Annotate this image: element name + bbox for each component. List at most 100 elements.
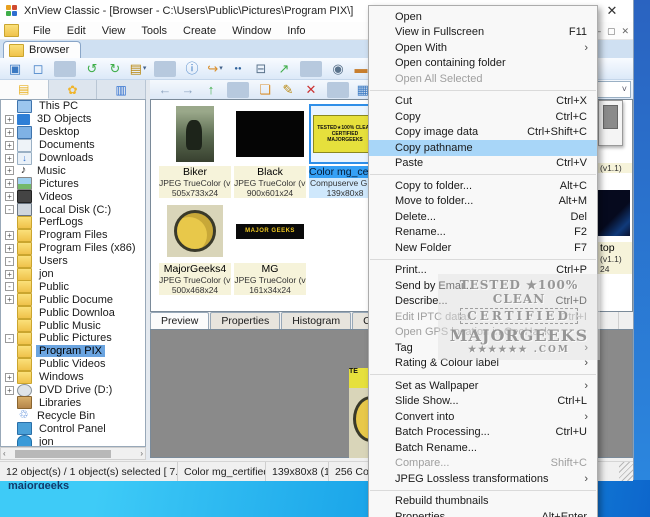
tree-item[interactable]: + DVD Drive (D:) xyxy=(1,384,145,397)
menu-bar-item[interactable]: Window xyxy=(224,22,279,40)
context-menu-item[interactable]: Set as Wallpaper › xyxy=(369,378,597,394)
close-icon[interactable]: ✕ xyxy=(604,3,620,19)
tree-expand-toggle[interactable]: + xyxy=(5,166,14,175)
convert-icon[interactable]: ▤▾ xyxy=(127,60,149,78)
tree-expand-toggle[interactable]: - xyxy=(5,257,14,266)
back-icon[interactable]: ← xyxy=(154,81,176,99)
mdi-restore-icon[interactable]: ▢ xyxy=(607,26,616,37)
tree-tab-favorites[interactable]: ✿ xyxy=(49,80,98,99)
menu-bar-item[interactable]: Edit xyxy=(59,22,94,40)
info-icon[interactable]: ⓘ xyxy=(181,60,203,78)
tree-item[interactable]: + jon xyxy=(1,268,145,281)
context-menu-item[interactable]: Batch Processing... Ctrl+U xyxy=(369,425,597,441)
browser-view-icon[interactable]: ▣ xyxy=(4,60,26,78)
thumbnail[interactable]: MAJOR GEEKS MG JPEG TrueColor (v 161x34x… xyxy=(234,201,306,298)
menu-bar-item[interactable]: Create xyxy=(175,22,224,40)
chevron-down-icon[interactable]: ˅ xyxy=(622,84,627,94)
new-folder-icon[interactable]: ❏ xyxy=(254,81,276,99)
context-menu-item[interactable]: Copy pathname xyxy=(369,140,597,156)
filter-combobox[interactable]: ˅ xyxy=(597,81,631,98)
context-menu-item[interactable]: Rating & Colour label › xyxy=(369,356,597,372)
context-menu-item[interactable]: Describe... Ctrl+D xyxy=(369,294,597,310)
menu-bar-item[interactable]: View xyxy=(94,22,134,40)
tree-item[interactable]: + Public Docume xyxy=(1,293,145,306)
tree-item[interactable]: - Public xyxy=(1,280,145,293)
context-menu-item[interactable]: Batch Rename... xyxy=(369,440,597,456)
thumbnail[interactable]: MajorGeeks4 JPEG TrueColor (v1.1) 500x46… xyxy=(159,201,231,298)
context-menu-item[interactable]: New Folder F7 xyxy=(369,240,597,256)
tree-expand-toggle[interactable]: - xyxy=(5,334,14,343)
tree-expand-toggle[interactable]: + xyxy=(5,179,14,188)
tree-item[interactable]: - Local Disk (C:) xyxy=(1,203,145,216)
tree-tab-folders[interactable]: ▤ xyxy=(0,80,49,99)
context-menu-item[interactable]: Open GPS location in GeoHack xyxy=(369,325,597,341)
tree-item[interactable]: + Program Files (x86) xyxy=(1,242,145,255)
tree-item[interactable]: + Documents xyxy=(1,139,145,152)
tree-item[interactable]: + Program Files xyxy=(1,229,145,242)
tree-item[interactable]: Control Panel xyxy=(1,422,145,435)
dropdown-arrow-icon[interactable]: ▾ xyxy=(143,60,147,78)
context-menu-item[interactable]: Move to folder... Alt+M xyxy=(369,194,597,210)
tree-expand-toggle[interactable]: + xyxy=(5,141,14,150)
fullscreen-icon[interactable]: ◻ xyxy=(27,60,49,78)
tree-expand-toggle[interactable]: - xyxy=(5,282,14,291)
context-menu-item[interactable]: JPEG Lossless transformations › xyxy=(369,471,597,487)
tree-item[interactable]: + Pictures xyxy=(1,177,145,190)
resize-grip[interactable] xyxy=(619,462,633,481)
dropdown-arrow-icon[interactable]: ▾ xyxy=(219,60,223,78)
mdi-close-icon[interactable]: ✕ xyxy=(621,26,629,37)
context-menu-item[interactable]: Delete... Del xyxy=(369,209,597,225)
context-menu-item[interactable]: Copy Ctrl+C xyxy=(369,109,597,125)
tree-item[interactable]: Libraries xyxy=(1,396,145,409)
delete-icon[interactable]: ✕ xyxy=(300,81,322,99)
context-menu-item[interactable]: Convert into › xyxy=(369,409,597,425)
tree-expand-toggle[interactable]: + xyxy=(5,154,14,163)
search-icon[interactable]: ●● xyxy=(227,60,249,78)
tree-expand-toggle[interactable]: + xyxy=(5,244,14,253)
menu-bar-item[interactable]: File xyxy=(25,22,59,40)
export-icon[interactable]: ↗ xyxy=(273,60,295,78)
rotate-left-icon[interactable]: ↺ xyxy=(81,60,103,78)
context-menu-item[interactable]: Edit IPTC data... Ctrl+I xyxy=(369,309,597,325)
preview-tab[interactable]: Preview xyxy=(150,312,209,329)
tree-horizontal-scrollbar[interactable]: ‹ › xyxy=(0,447,146,460)
context-menu-item[interactable]: Paste Ctrl+V xyxy=(369,156,597,172)
tree-tab-categories[interactable]: ▥ xyxy=(97,80,146,99)
tree-expand-toggle[interactable]: + xyxy=(5,386,14,395)
tree-item[interactable]: + Videos xyxy=(1,190,145,203)
scrollbar-thumb[interactable] xyxy=(15,450,111,458)
preview-tab[interactable]: Properties xyxy=(210,312,280,329)
tree-item[interactable]: Public Downloa xyxy=(1,306,145,319)
context-menu-item[interactable]: Open All Selected xyxy=(369,71,597,87)
context-menu-item[interactable] xyxy=(369,256,597,263)
context-menu-item[interactable] xyxy=(369,87,597,94)
tree-item[interactable]: Public Music xyxy=(1,319,145,332)
context-menu-item[interactable]: Copy to folder... Alt+C xyxy=(369,178,597,194)
tree-expand-toggle[interactable]: + xyxy=(5,115,14,124)
thumbnail[interactable]: Black JPEG TrueColor (v1.1) 900x601x24 xyxy=(234,104,306,201)
preview-tab[interactable]: Histogram xyxy=(281,312,351,329)
tree-item[interactable]: - Users xyxy=(1,255,145,268)
tree-item[interactable]: + Music xyxy=(1,164,145,177)
tree-expand-toggle[interactable]: + xyxy=(5,373,14,382)
tree-item[interactable]: Public Videos xyxy=(1,358,145,371)
tree-expand-toggle[interactable]: + xyxy=(5,231,14,240)
context-menu-item[interactable]: Tag › xyxy=(369,340,597,356)
context-menu-item[interactable]: Rename... F2 xyxy=(369,225,597,241)
menu-bar-item[interactable]: Tools xyxy=(133,22,175,40)
scroll-right-icon[interactable]: › xyxy=(140,449,143,458)
tree-expand-toggle[interactable]: + xyxy=(5,295,14,304)
scroll-left-icon[interactable]: ‹ xyxy=(3,449,6,458)
forward-icon[interactable]: → xyxy=(177,81,199,99)
tree-item[interactable]: jon xyxy=(1,435,145,447)
rotate-right-icon[interactable]: ↻ xyxy=(104,60,126,78)
tree-item[interactable]: + Downloads xyxy=(1,152,145,165)
edit-icon[interactable]: ✎ xyxy=(277,81,299,99)
tree-item[interactable]: PerfLogs xyxy=(1,216,145,229)
tree-item[interactable]: - Public Pictures xyxy=(1,332,145,345)
thumbnail[interactable]: Biker JPEG TrueColor (v1.1) 505x733x24 xyxy=(159,104,231,201)
context-menu-item[interactable]: Slide Show... Ctrl+L xyxy=(369,394,597,410)
context-menu-item[interactable] xyxy=(369,487,597,494)
mdi-window-controls[interactable]: ‒ ▢ ✕ xyxy=(596,24,629,38)
tree-item[interactable]: This PC xyxy=(1,100,145,113)
